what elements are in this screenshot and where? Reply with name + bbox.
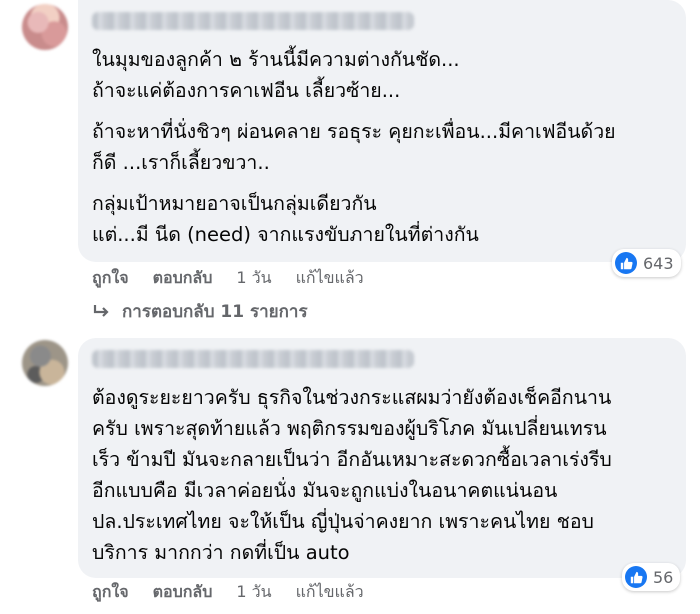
reaction-summary[interactable]: 56 (622, 563, 681, 591)
comment-timestamp[interactable]: 1 วัน (236, 266, 271, 291)
comment-text-line: ถ้าจะหาที่นั่งชิวๆ ผ่อนคลาย รอธุระ คุยกะ… (92, 120, 616, 143)
commenter-name-blurred[interactable] (92, 350, 414, 368)
comment-paragraph: ต้องดูระยะยาวครับ ธุรกิจในช่วงกระแสผมว่า… (92, 382, 612, 568)
edited-label[interactable]: แก้ไขแล้ว (296, 266, 364, 291)
comment-actions: ถูกใจ ตอบกลับ 1 วัน แก้ไขแล้ว (92, 580, 388, 605)
avatar[interactable] (22, 340, 68, 386)
reaction-count: 643 (643, 253, 674, 273)
reply-arrow-icon (92, 304, 112, 320)
edited-label[interactable]: แก้ไขแล้ว (296, 580, 364, 605)
thumbs-up-icon (615, 252, 637, 274)
comment-text-line: เร็ว ข้ามปี มันจะกลายเป็นว่า อีกอันเหมาะ… (92, 448, 612, 471)
comment-text-line: กลุ่มเป้าหมายอาจเป็นกลุ่มเดียวกัน (92, 192, 377, 215)
like-button[interactable]: ถูกใจ (92, 266, 129, 291)
reply-button[interactable]: ตอบกลับ (153, 580, 213, 605)
comment-text-line: แต่...มี นีด (need) จากแรงขับภายในที่ต่า… (92, 223, 479, 246)
view-replies-link[interactable]: การตอบกลับ 11 รายการ (92, 298, 308, 325)
comment-text-line: ก็ดี ...เราก็เลี้ยวขวา.. (92, 151, 270, 174)
reaction-summary[interactable]: 643 (612, 249, 681, 277)
comment-text-line: อีกแบบคือ มีเวลาค่อยนั่ง มันจะถูกแบ่งในอ… (92, 479, 558, 502)
comment-timestamp[interactable]: 1 วัน (236, 580, 271, 605)
like-button[interactable]: ถูกใจ (92, 580, 129, 605)
comment-text-line: ครับ เพราะสุดท้ายแล้ว พฤติกรรมของผู้บริโ… (92, 417, 607, 440)
avatar[interactable] (22, 4, 68, 50)
commenter-name-blurred[interactable] (92, 12, 414, 30)
comment-paragraph: ถ้าจะหาที่นั่งชิวๆ ผ่อนคลาย รอธุระ คุยกะ… (92, 116, 616, 178)
comment-text-line: ต้องดูระยะยาวครับ ธุรกิจในช่วงกระแสผมว่า… (92, 386, 612, 409)
comment-text-line: บริการ มากกว่า กดที่เป็น auto (92, 541, 350, 564)
comment-text-line: ปล.ประเทศไทย จะให้เป็น ญี่ปุ่นจ่าคงยาก เ… (92, 510, 594, 533)
comment-actions: ถูกใจ ตอบกลับ 1 วัน แก้ไขแล้ว (92, 266, 388, 291)
reaction-count: 56 (653, 567, 674, 587)
thumbs-up-icon (625, 566, 647, 588)
comment-text-line: ในมุมของลูกค้า ๒ ร้านนี้มีความต่างกันชัด… (92, 48, 460, 71)
comment-text-line: ถ้าจะแค่ต้องการคาเฟอีน เลี้ยวซ้าย... (92, 79, 401, 102)
replies-link-label: การตอบกลับ 11 รายการ (122, 302, 308, 322)
reply-button[interactable]: ตอบกลับ (153, 266, 213, 291)
comment-paragraph: ในมุมของลูกค้า ๒ ร้านนี้มีความต่างกันชัด… (92, 44, 460, 106)
comment-paragraph: กลุ่มเป้าหมายอาจเป็นกลุ่มเดียวกัน แต่...… (92, 188, 479, 250)
